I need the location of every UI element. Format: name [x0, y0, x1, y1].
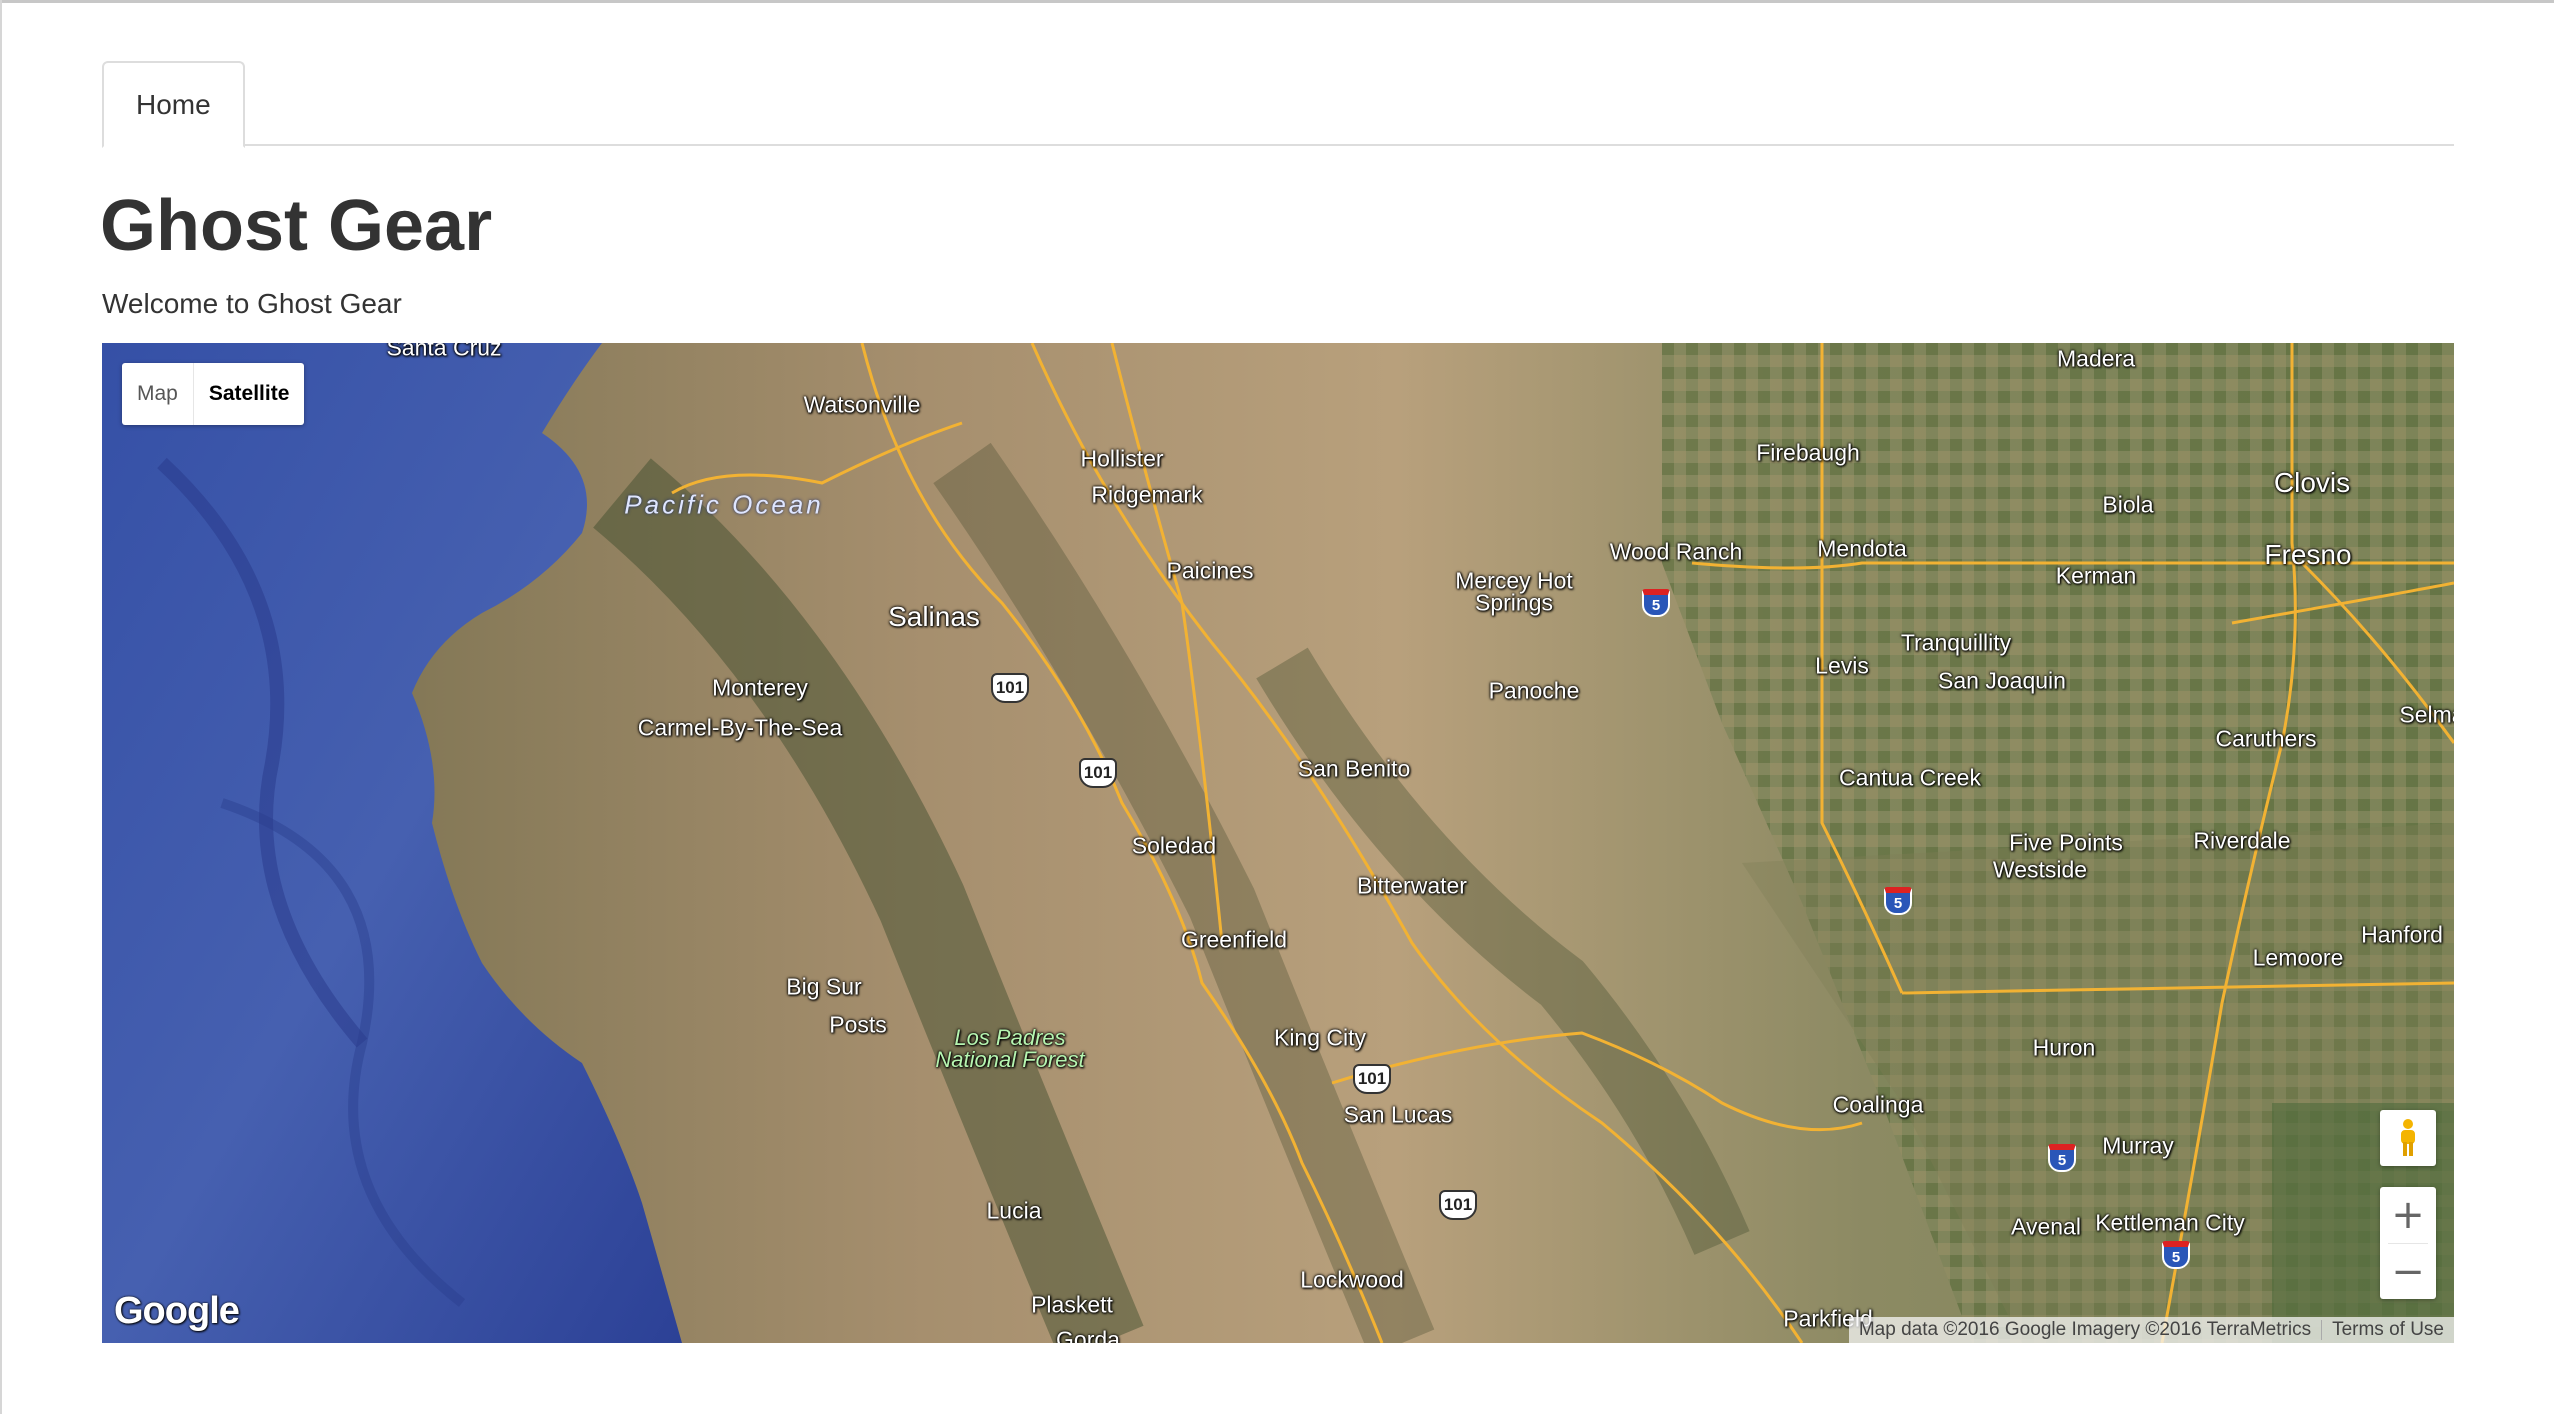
place-westside: Westside	[1992, 856, 2088, 883]
place-soledad: Soledad	[1131, 832, 1217, 859]
zoom-out-button[interactable]: −	[2380, 1244, 2436, 1300]
place-plaskett: Plaskett	[1031, 1291, 1113, 1318]
place-posts: Posts	[829, 1011, 887, 1038]
interstate-5-shield: 5	[1884, 887, 1912, 915]
place-panoche: Panoche	[1488, 677, 1580, 704]
place-bitterwater: Bitterwater	[1357, 872, 1467, 899]
place-san-joaquin: San Joaquin	[1938, 667, 2066, 694]
place-king-city: King City	[1273, 1024, 1367, 1051]
place-carmel: Carmel-By-The-Sea	[637, 714, 843, 741]
interstate-5-shield: 5	[2048, 1144, 2076, 1172]
zoom-in-button[interactable]: +	[2380, 1187, 2436, 1243]
place-hanford: Hanford	[2361, 921, 2443, 948]
place-hollister: Hollister	[1080, 445, 1164, 472]
place-selma: Selma	[2399, 701, 2454, 728]
place-firebaugh: Firebaugh	[1756, 439, 1860, 466]
terms-of-use-link[interactable]: Terms of Use	[2322, 1317, 2454, 1343]
place-los-padres-1: Los Padres	[954, 1025, 1066, 1050]
place-salinas: Salinas	[888, 601, 980, 632]
place-lockwood: Lockwood	[1300, 1266, 1404, 1293]
place-santa-cruz: Santa Cruz	[386, 343, 502, 361]
place-clovis: Clovis	[2273, 467, 2351, 498]
place-biola: Biola	[2102, 491, 2154, 518]
window-top-border	[0, 0, 2554, 3]
nav-tabs: Home	[102, 61, 2454, 148]
place-coalinga: Coalinga	[1832, 1091, 1924, 1118]
window-left-border	[0, 0, 2, 1414]
us-101-shield: 101	[1439, 1190, 1477, 1220]
map-canvas[interactable]: Santa Cruz Watsonville Hollister Ridgema…	[102, 343, 2454, 1343]
tab-home[interactable]: Home	[102, 61, 245, 148]
interstate-5-shield: 5	[2162, 1241, 2190, 1269]
place-monterey: Monterey	[712, 674, 808, 701]
place-madera: Madera	[2057, 345, 2135, 372]
interstate-5-shield: 5	[1642, 589, 1670, 617]
place-mercey-hot-springs-2: Springs	[1475, 589, 1553, 616]
place-san-benito: San Benito	[1297, 755, 1411, 782]
place-fresno: Fresno	[2264, 539, 2352, 570]
place-mendota: Mendota	[1817, 535, 1907, 562]
place-san-lucas: San Lucas	[1343, 1101, 1453, 1128]
place-watsonville: Watsonville	[803, 391, 921, 418]
us-101-shield: 101	[1079, 758, 1117, 788]
place-kettleman-city: Kettleman City	[2095, 1209, 2245, 1236]
place-avenal: Avenal	[2011, 1213, 2081, 1240]
zoom-control: + −	[2380, 1187, 2436, 1299]
google-logo: Google	[114, 1290, 240, 1332]
place-paicines: Paicines	[1166, 557, 1254, 584]
place-cantua-creek: Cantua Creek	[1839, 764, 1981, 791]
place-pacific-ocean: Pacific Ocean	[624, 489, 824, 520]
map-data-credit: Map data ©2016 Google Imagery ©2016 Terr…	[1858, 1319, 2312, 1340]
place-wood-ranch: Wood Ranch	[1609, 538, 1743, 565]
us-101-shield: 101	[991, 673, 1029, 703]
place-murray: Murray	[2102, 1132, 2174, 1159]
place-greenfield: Greenfield	[1180, 926, 1288, 953]
map-type-satellite-button[interactable]: Satellite	[194, 363, 305, 425]
place-ridgemark: Ridgemark	[1091, 481, 1203, 508]
place-levis: Levis	[1815, 652, 1869, 679]
pegman-icon	[2401, 1119, 2415, 1156]
place-gorda: Gorda	[1056, 1326, 1120, 1344]
place-kerman: Kerman	[2055, 562, 2137, 589]
place-caruthers: Caruthers	[2215, 725, 2317, 752]
place-los-padres-2: National Forest	[935, 1047, 1085, 1072]
place-tranquillity: Tranquillity	[1900, 629, 2012, 656]
map-type-map-button[interactable]: Map	[122, 363, 193, 425]
place-riverdale: Riverdale	[2193, 827, 2291, 854]
page-subtitle: Welcome to Ghost Gear	[102, 288, 402, 319]
place-huron: Huron	[2032, 1034, 2096, 1061]
street-view-pegman-button[interactable]	[2380, 1110, 2436, 1166]
place-big-sur: Big Sur	[786, 973, 862, 1000]
place-lucia: Lucia	[986, 1197, 1042, 1224]
page-title: Ghost Gear	[100, 186, 493, 266]
map-type-control: Map Satellite	[122, 363, 305, 425]
us-101-shield: 101	[1353, 1064, 1391, 1094]
map-attribution: Map data ©2016 Google Imagery ©2016 Terr…	[1848, 1317, 2454, 1343]
place-lemoore: Lemoore	[2252, 944, 2344, 971]
place-five-points: Five Points	[2009, 829, 2123, 856]
